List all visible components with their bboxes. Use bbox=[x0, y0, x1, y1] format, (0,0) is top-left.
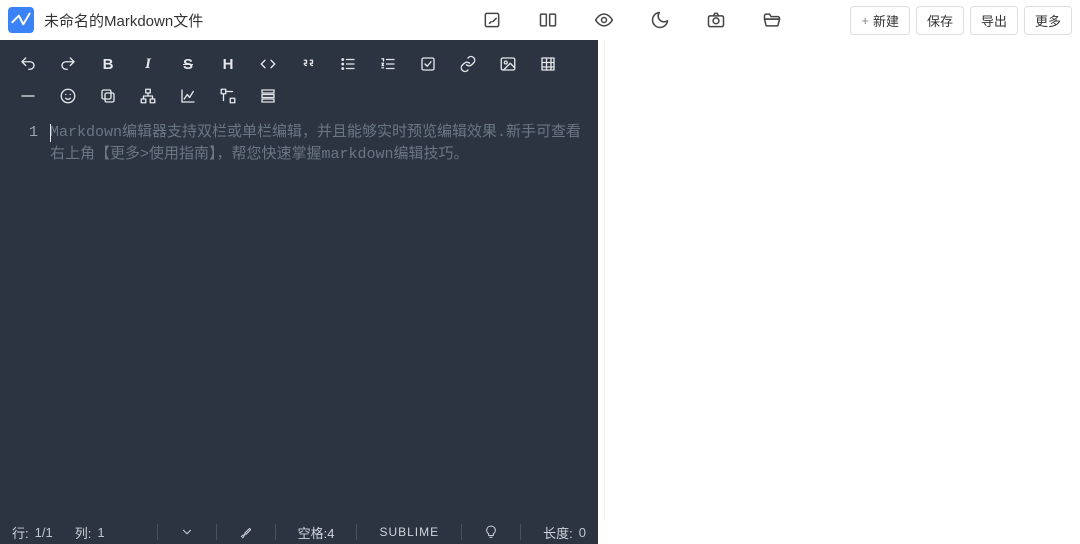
new-button-label: 新建 bbox=[873, 11, 899, 30]
code-area[interactable]: Markdown编辑器支持双栏或单栏编辑，并且能够实时预览编辑效果.新手可查看右… bbox=[48, 116, 598, 520]
checklist-button[interactable] bbox=[408, 48, 448, 80]
save-button-label: 保存 bbox=[927, 11, 953, 30]
heading-button[interactable]: H bbox=[208, 48, 248, 80]
more-button-label: 更多 bbox=[1035, 11, 1061, 30]
status-length: 长度: 0 bbox=[543, 523, 586, 542]
statusbar: 行: 1/1 列: 1 空格:4 SUBLIME 长度: 0 bbox=[0, 520, 598, 544]
code-button[interactable] bbox=[248, 48, 288, 80]
unordered-list-button[interactable] bbox=[328, 48, 368, 80]
editor-toolbar: B I S H bbox=[0, 40, 598, 116]
main-area: B I S H 1 Markdown编 bbox=[0, 40, 1080, 520]
new-button[interactable]: +新建 bbox=[850, 6, 910, 35]
text-cursor bbox=[50, 124, 51, 142]
copy-button[interactable] bbox=[88, 80, 128, 112]
undo-button[interactable] bbox=[8, 48, 48, 80]
top-button-group: +新建 保存 导出 更多 bbox=[850, 6, 1072, 35]
preview-mode-icon[interactable] bbox=[594, 10, 614, 30]
flowchart-button[interactable] bbox=[128, 80, 168, 112]
length-label: 长度: bbox=[543, 523, 573, 542]
col-label: 列: bbox=[75, 523, 92, 542]
row-value: 1/1 bbox=[35, 525, 53, 540]
hr-button[interactable] bbox=[8, 80, 48, 112]
app-logo bbox=[8, 7, 34, 33]
status-mode[interactable]: SUBLIME bbox=[379, 525, 439, 539]
line-number: 1 bbox=[0, 122, 38, 144]
more-button[interactable]: 更多 bbox=[1024, 6, 1072, 35]
top-icon-group bbox=[482, 10, 782, 30]
status-row: 行: 1/1 bbox=[12, 523, 53, 542]
status-spaces[interactable]: 空格:4 bbox=[298, 523, 335, 542]
chart-button[interactable] bbox=[168, 80, 208, 112]
camera-icon[interactable] bbox=[706, 10, 726, 30]
length-value: 0 bbox=[579, 525, 586, 540]
col-value: 1 bbox=[97, 525, 104, 540]
editor-placeholder: Markdown编辑器支持双栏或单栏编辑，并且能够实时预览编辑效果.新手可查看右… bbox=[50, 122, 588, 166]
edit-mode-icon[interactable] bbox=[482, 10, 502, 30]
topbar: 未命名的Markdown文件 +新建 保存 导出 更多 bbox=[0, 0, 1080, 40]
theme-toggle-icon[interactable] bbox=[650, 10, 670, 30]
quote-button[interactable] bbox=[288, 48, 328, 80]
brush-icon[interactable] bbox=[239, 525, 253, 539]
export-button[interactable]: 导出 bbox=[970, 6, 1018, 35]
layout-button[interactable] bbox=[248, 80, 288, 112]
image-button[interactable] bbox=[488, 48, 528, 80]
strike-button[interactable]: S bbox=[168, 48, 208, 80]
emoji-button[interactable] bbox=[48, 80, 88, 112]
chevron-down-icon[interactable] bbox=[180, 525, 194, 539]
editor-pane: B I S H 1 Markdown编 bbox=[0, 40, 598, 520]
table-button[interactable] bbox=[528, 48, 568, 80]
redo-button[interactable] bbox=[48, 48, 88, 80]
save-button[interactable]: 保存 bbox=[916, 6, 964, 35]
folder-open-icon[interactable] bbox=[762, 10, 782, 30]
line-gutter: 1 bbox=[0, 116, 48, 520]
diagram-button[interactable] bbox=[208, 80, 248, 112]
link-button[interactable] bbox=[448, 48, 488, 80]
hint-icon[interactable] bbox=[484, 525, 498, 539]
preview-pane bbox=[604, 40, 1080, 520]
bold-button[interactable]: B bbox=[88, 48, 128, 80]
split-view-icon[interactable] bbox=[538, 10, 558, 30]
italic-button[interactable]: I bbox=[128, 48, 168, 80]
document-title: 未命名的Markdown文件 bbox=[44, 10, 203, 31]
ordered-list-button[interactable] bbox=[368, 48, 408, 80]
status-col: 列: 1 bbox=[75, 523, 105, 542]
row-label: 行: bbox=[12, 523, 29, 542]
editor-body[interactable]: 1 Markdown编辑器支持双栏或单栏编辑，并且能够实时预览编辑效果.新手可查… bbox=[0, 116, 598, 520]
export-button-label: 导出 bbox=[981, 11, 1007, 30]
